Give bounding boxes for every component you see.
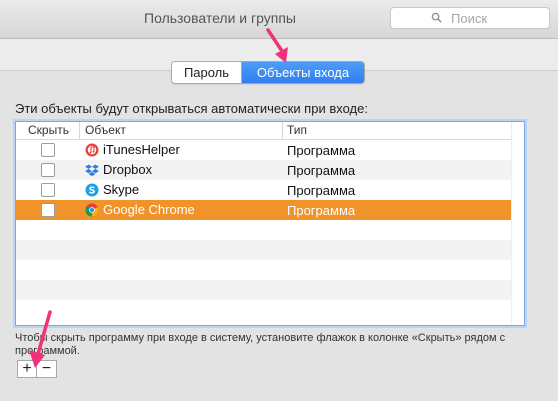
search-field[interactable]: Поиск bbox=[390, 7, 550, 29]
dropbox-icon bbox=[85, 164, 99, 176]
table-header: Скрыть Объект Тип bbox=[16, 122, 524, 140]
tab-login-items[interactable]: Объекты входа bbox=[242, 62, 364, 83]
hide-checkbox[interactable] bbox=[41, 203, 55, 217]
svg-text:S: S bbox=[89, 185, 96, 196]
table-scrollbar[interactable] bbox=[511, 122, 524, 325]
hide-checkbox[interactable] bbox=[41, 183, 55, 197]
column-header-type[interactable]: Тип bbox=[287, 123, 307, 137]
table-row-selected[interactable]: Google Chrome Программа bbox=[16, 200, 511, 220]
hide-checkbox[interactable] bbox=[41, 143, 55, 157]
window-title: Пользователи и группы bbox=[144, 10, 296, 26]
table-row-empty bbox=[16, 300, 511, 320]
app-name: iTunesHelper bbox=[103, 142, 180, 157]
table-row[interactable]: iTunesHelper Программа bbox=[16, 140, 511, 160]
table-row[interactable]: S Skype Программа bbox=[16, 180, 511, 200]
app-name: Google Chrome bbox=[103, 202, 195, 217]
chrome-icon bbox=[85, 203, 99, 217]
table-rows: iTunesHelper Программа Dropbox Программа bbox=[16, 140, 511, 320]
itunes-icon bbox=[85, 143, 99, 156]
hint-text: Чтобы скрыть программу при входе в систе… bbox=[15, 332, 506, 357]
table-row[interactable]: Dropbox Программа bbox=[16, 160, 511, 180]
app-type: Программа bbox=[287, 203, 356, 218]
table-row-empty bbox=[16, 220, 511, 240]
column-divider bbox=[79, 122, 80, 139]
app-name: Dropbox bbox=[103, 162, 153, 177]
table-row-empty bbox=[16, 260, 511, 280]
login-items-description: Эти объекты будут открываться автоматиче… bbox=[15, 101, 368, 116]
tab-password[interactable]: Пароль bbox=[172, 62, 242, 83]
table-row-empty bbox=[16, 280, 511, 300]
search-icon bbox=[431, 12, 442, 23]
table-row-empty bbox=[16, 240, 511, 260]
column-header-object[interactable]: Объект bbox=[85, 123, 126, 137]
app-type: Программа bbox=[287, 143, 356, 158]
search-placeholder: Поиск bbox=[451, 11, 488, 26]
column-header-hide[interactable]: Скрыть bbox=[28, 123, 69, 137]
annotation-arrow-icon bbox=[266, 28, 288, 63]
column-divider bbox=[282, 122, 283, 139]
skype-icon: S bbox=[85, 183, 99, 196]
app-type: Программа bbox=[287, 183, 356, 198]
hide-checkbox[interactable] bbox=[41, 163, 55, 177]
login-items-table: Скрыть Объект Тип iTunesHelper Программа bbox=[15, 121, 525, 326]
annotation-arrow-icon bbox=[29, 310, 52, 368]
app-name: Skype bbox=[103, 182, 140, 197]
app-type: Программа bbox=[287, 163, 356, 178]
